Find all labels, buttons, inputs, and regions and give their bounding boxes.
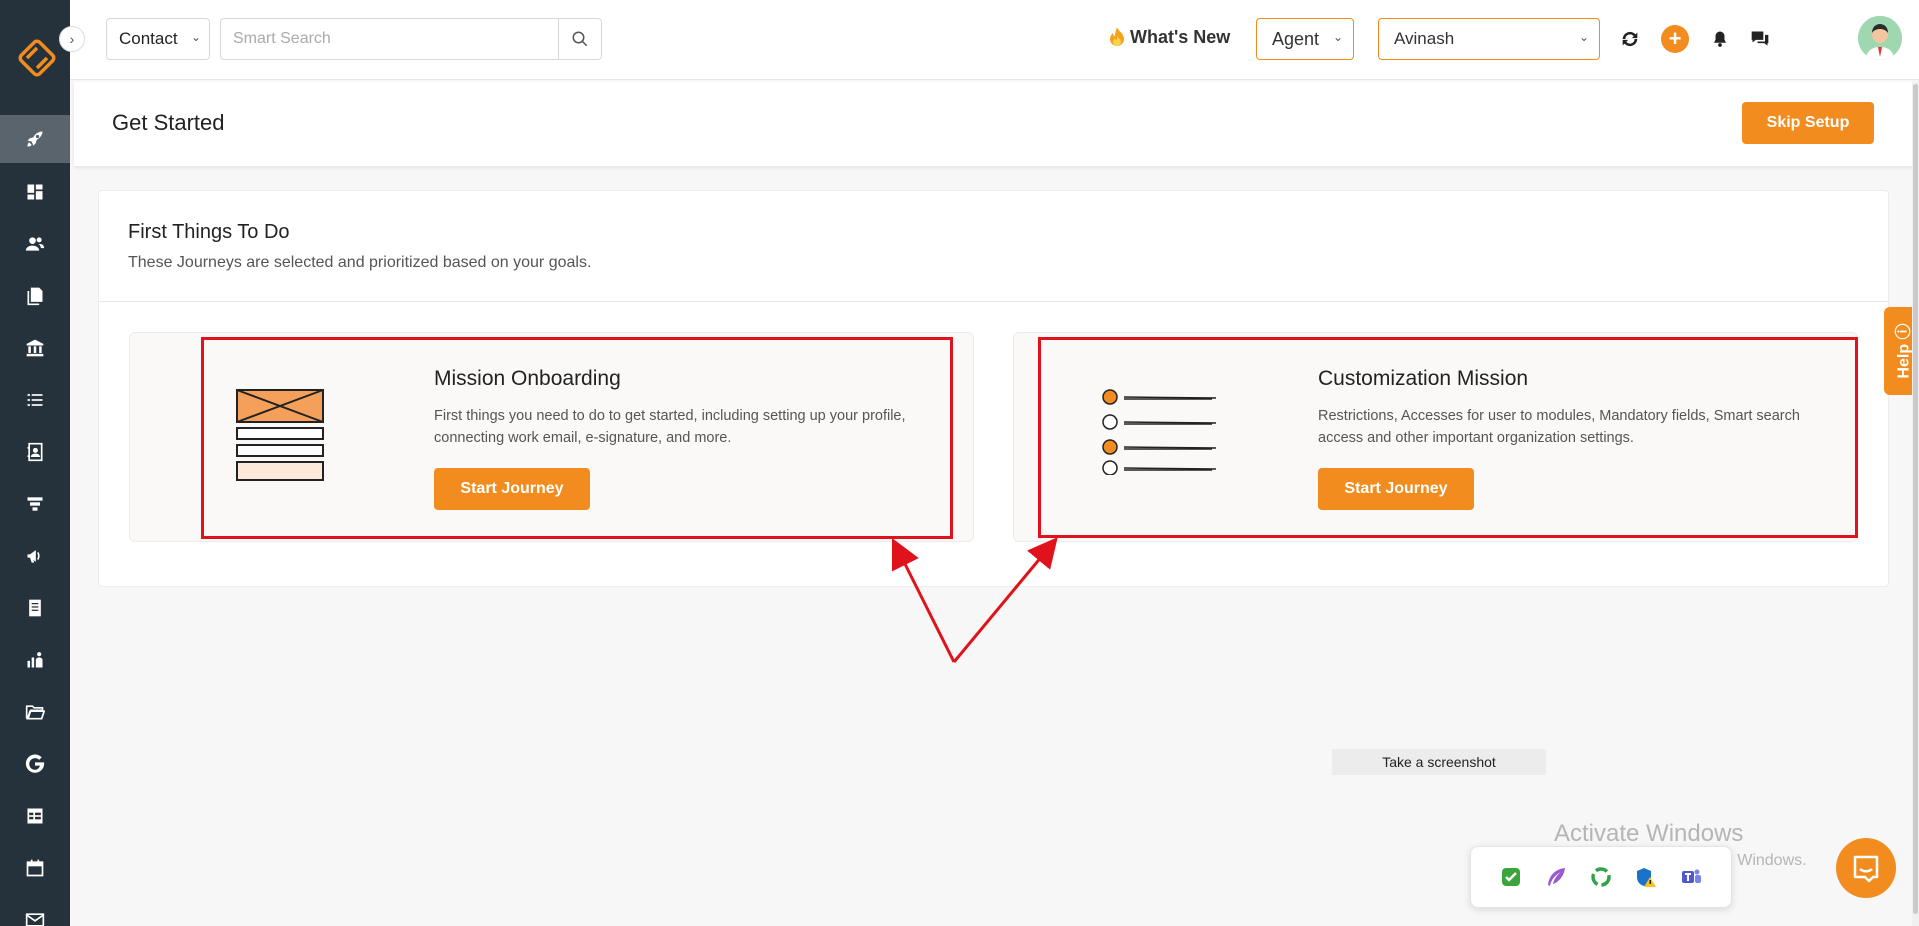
recycle-icon xyxy=(1591,867,1611,887)
live-chat-button[interactable] xyxy=(1836,838,1896,898)
chat-bubble-icon xyxy=(1853,855,1879,883)
calendar-icon xyxy=(26,859,44,877)
list-icon xyxy=(27,394,43,406)
sidebar-item-address-book[interactable] xyxy=(0,428,70,476)
chat-button[interactable] xyxy=(1745,24,1775,54)
reports-icon xyxy=(27,652,43,668)
google-icon xyxy=(25,754,45,773)
sidebar-item-funnel[interactable] xyxy=(0,480,70,528)
watermark-line1: Activate Windows xyxy=(1554,820,1744,847)
search-button[interactable] xyxy=(558,18,602,60)
documents-icon xyxy=(27,287,43,306)
sidebar-item-bank[interactable] xyxy=(0,324,70,372)
page-header: Get Started Skip Setup xyxy=(74,82,1919,166)
contacts-icon xyxy=(25,237,45,251)
search-icon xyxy=(572,31,588,47)
onboarding-illustration-icon xyxy=(236,389,324,481)
folder-icon xyxy=(25,705,45,720)
module-select[interactable]: Contact ⌄ xyxy=(106,18,210,60)
tray-app-feather[interactable] xyxy=(1544,865,1568,889)
journey-title: Mission Onboarding xyxy=(434,367,621,390)
check-shield-icon xyxy=(1502,868,1521,886)
dashboard-icon xyxy=(27,184,43,200)
first-things-card: First Things To Do These Journeys are se… xyxy=(98,190,1889,587)
rocket-icon xyxy=(27,131,43,147)
megaphone-icon xyxy=(27,550,40,563)
chat-icon xyxy=(1751,31,1769,46)
help-label: Help xyxy=(1895,343,1913,379)
tray-app-teams[interactable] xyxy=(1679,865,1703,889)
notifications-button[interactable] xyxy=(1705,24,1735,54)
start-journey-button[interactable]: Start Journey xyxy=(434,468,590,510)
tray-app-security-warning[interactable] xyxy=(1634,865,1658,889)
plus-icon: + xyxy=(1661,25,1689,53)
start-journey-button[interactable]: Start Journey xyxy=(1318,468,1474,510)
module-select-value: Contact xyxy=(119,29,178,48)
page-title: Get Started xyxy=(112,110,225,135)
sidebar-item-calendar[interactable] xyxy=(0,844,70,892)
teams-icon xyxy=(1681,869,1701,883)
bell-icon xyxy=(1714,31,1726,47)
user-select-value: Avinash xyxy=(1394,29,1455,48)
feather-icon xyxy=(1548,868,1566,886)
fire-icon xyxy=(1110,27,1124,46)
sidebar-item-google[interactable] xyxy=(0,740,70,788)
sidebar-item-list[interactable] xyxy=(0,376,70,424)
journey-description: First things you need to do to get start… xyxy=(434,408,906,446)
refresh-icon xyxy=(1622,31,1638,47)
whats-new-label: What's New xyxy=(1130,26,1231,47)
skip-setup-button[interactable]: Skip Setup xyxy=(1742,102,1874,144)
checklist-illustration-icon xyxy=(1102,389,1217,475)
refresh-button[interactable] xyxy=(1615,24,1645,54)
sidebar-item-reports[interactable] xyxy=(0,636,70,684)
journey-card-customization: Customization Mission Restrictions, Acce… xyxy=(1013,332,1858,542)
system-tray-popup xyxy=(1470,846,1732,908)
info-icon: ⓘ xyxy=(1895,323,1913,340)
sidebar-item-documents[interactable] xyxy=(0,272,70,320)
annotation-arrows xyxy=(891,537,1058,663)
chevron-down-icon: ⌄ xyxy=(1578,30,1589,44)
avatar-icon xyxy=(1858,16,1902,60)
add-button[interactable]: + xyxy=(1660,24,1690,54)
sidebar-expand-button[interactable]: › xyxy=(59,26,85,52)
sidebar-item-campaigns[interactable] xyxy=(0,532,70,580)
sidebar-item-contacts[interactable] xyxy=(0,220,70,268)
journey-description: Restrictions, Accesses for user to modul… xyxy=(1318,408,1800,446)
screenshot-tooltip: Take a screenshot xyxy=(1332,749,1546,775)
bank-icon xyxy=(26,339,44,357)
funnel-icon xyxy=(27,497,43,511)
top-bar: Contact ⌄ What's New Agent ⌄ Avinash ⌄ + xyxy=(70,0,1919,80)
table-icon xyxy=(27,808,43,824)
role-select-value: Agent xyxy=(1272,28,1320,49)
user-avatar[interactable] xyxy=(1858,16,1902,60)
sidebar-item-dashboard[interactable] xyxy=(0,168,70,216)
sidebar-item-files[interactable] xyxy=(0,688,70,736)
section-title: First Things To Do xyxy=(128,221,290,243)
divider xyxy=(99,301,1888,302)
sidebar-item-mail[interactable] xyxy=(0,896,70,926)
journey-title: Customization Mission xyxy=(1318,367,1529,390)
sidebar-item-get-started[interactable] xyxy=(0,115,70,163)
chevron-down-icon: ⌄ xyxy=(190,30,201,44)
scrollbar-thumb[interactable] xyxy=(1913,84,1918,914)
journey-card-onboarding: Mission Onboarding First things you need… xyxy=(129,332,974,542)
tray-app-green-check[interactable] xyxy=(1499,865,1523,889)
sidebar xyxy=(0,0,70,926)
role-select[interactable]: Agent ⌄ xyxy=(1256,18,1354,60)
address-book-icon xyxy=(27,442,43,462)
notes-icon xyxy=(29,599,41,617)
whats-new-link[interactable]: What's New xyxy=(1108,26,1230,48)
sidebar-item-table[interactable] xyxy=(0,792,70,840)
section-subtitle: These Journeys are selected and prioriti… xyxy=(128,254,592,271)
chevron-down-icon: ⌄ xyxy=(1332,30,1343,44)
app-logo-icon[interactable] xyxy=(17,38,57,78)
sidebar-item-notes[interactable] xyxy=(0,584,70,632)
tray-app-recycle[interactable] xyxy=(1589,865,1613,889)
mail-icon xyxy=(25,913,45,926)
user-select[interactable]: Avinash ⌄ xyxy=(1378,18,1600,60)
security-warning-icon xyxy=(1636,868,1656,887)
smart-search-input[interactable] xyxy=(220,18,558,60)
